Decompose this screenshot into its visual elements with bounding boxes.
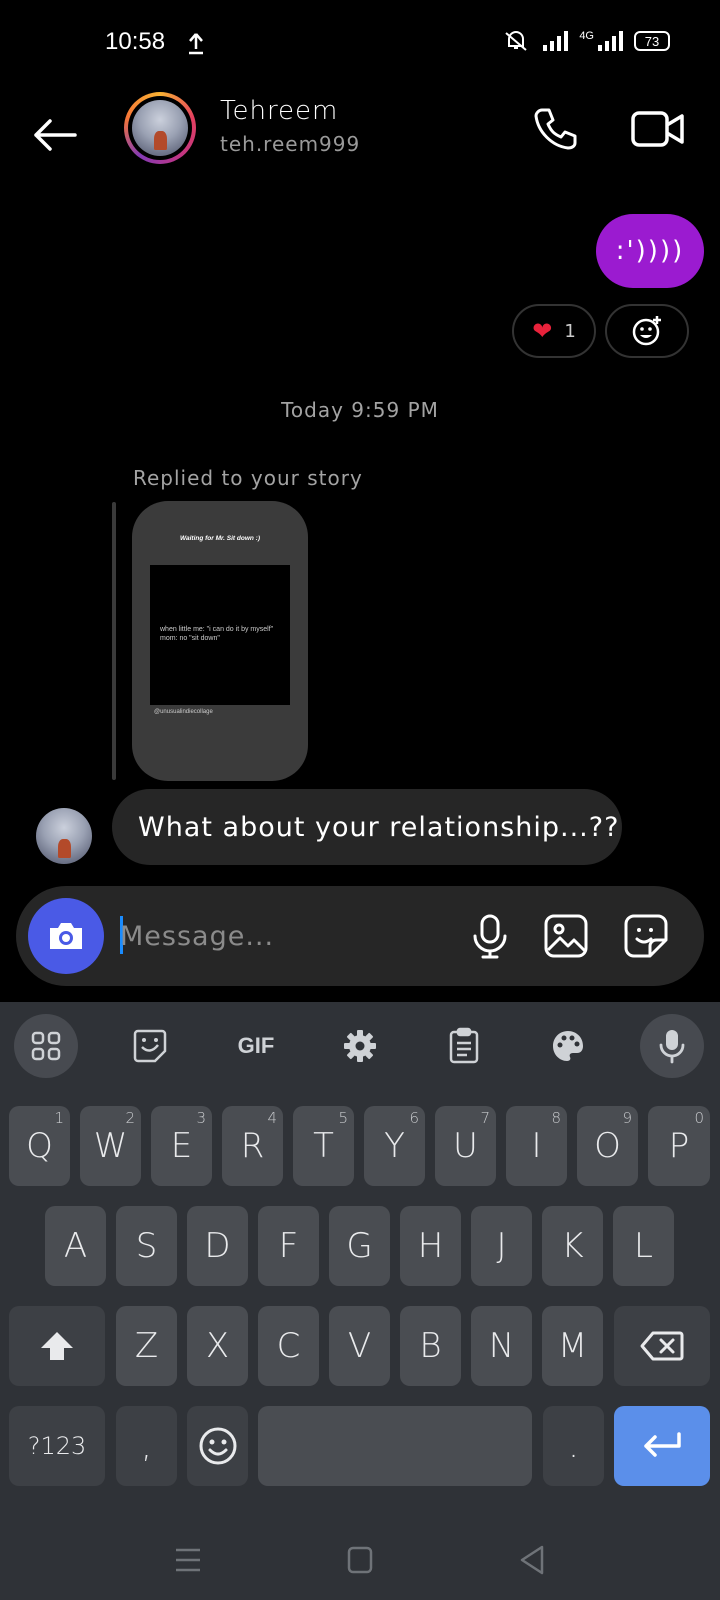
story-preview[interactable]: Waiting for Mr. Sit down :) when little …	[132, 501, 308, 781]
mute-icon	[505, 31, 527, 51]
clipboard-icon[interactable]	[432, 1014, 496, 1078]
received-message-bubble[interactable]: What about your relationship...??	[112, 789, 622, 865]
key-h[interactable]: H	[400, 1206, 461, 1286]
status-time: 10:58	[105, 28, 166, 55]
add-emoji-icon	[632, 316, 661, 346]
backspace-icon	[640, 1331, 684, 1361]
key-p[interactable]: P0	[648, 1106, 710, 1186]
contact-name[interactable]: Tehreem	[220, 96, 338, 126]
message-timestamp: Today 9:59 PM	[281, 398, 439, 422]
enter-icon	[644, 1432, 681, 1457]
key-i[interactable]: I8	[506, 1106, 567, 1186]
key-o[interactable]: O9	[577, 1106, 638, 1186]
key-b[interactable]: B	[400, 1306, 461, 1386]
key-y[interactable]: Y6	[364, 1106, 425, 1186]
apps-grid-icon[interactable]	[14, 1014, 78, 1078]
avatar-image	[132, 100, 188, 156]
key-k[interactable]: K	[542, 1206, 603, 1286]
heart-icon: ❤	[532, 317, 553, 345]
gallery-icon[interactable]	[540, 910, 592, 962]
status-icons: 4G 73	[501, 30, 670, 52]
recent-apps-icon[interactable]	[168, 1542, 208, 1578]
key-r[interactable]: R4	[222, 1106, 283, 1186]
chat-header: Tehreem teh.reem999	[0, 88, 720, 188]
sent-message-text: :'))))	[615, 236, 685, 266]
key-t[interactable]: T5	[293, 1106, 354, 1186]
phone-icon[interactable]	[530, 104, 580, 154]
signal-icon-2	[598, 31, 623, 51]
key-e[interactable]: E3	[151, 1106, 212, 1186]
camera-button[interactable]	[28, 898, 104, 974]
reply-label: Replied to your story	[133, 466, 363, 490]
message-composer	[16, 886, 704, 986]
back-arrow-icon[interactable]	[30, 110, 80, 160]
key-z[interactable]: Z	[116, 1306, 177, 1386]
received-message-text: What about your relationship...??	[138, 811, 620, 843]
emoji-sticker-icon[interactable]	[118, 1014, 182, 1078]
video-camera-icon[interactable]	[630, 104, 686, 154]
gif-button[interactable]: GIF	[224, 1014, 288, 1078]
contact-username[interactable]: teh.reem999	[220, 132, 360, 156]
space-bar[interactable]	[258, 1406, 532, 1486]
microphone-icon[interactable]	[464, 910, 516, 962]
period-key[interactable]: .	[543, 1406, 604, 1486]
sent-message-bubble[interactable]: :'))))	[596, 214, 704, 288]
voice-input-icon[interactable]	[640, 1014, 704, 1078]
system-nav-bar	[0, 1520, 720, 1600]
story-handle: @unusualindiecollage	[154, 709, 213, 715]
comma-key[interactable]: ,	[116, 1406, 177, 1486]
network-type-label: 4G	[579, 30, 594, 42]
shift-key[interactable]	[9, 1306, 105, 1386]
reply-indicator-bar	[112, 502, 116, 780]
enter-key[interactable]	[614, 1406, 710, 1486]
shift-icon	[41, 1332, 73, 1360]
key-l[interactable]: L	[613, 1206, 674, 1286]
sticker-icon[interactable]	[620, 910, 672, 962]
key-c[interactable]: C	[258, 1306, 319, 1386]
reaction-count: 1	[564, 320, 576, 342]
add-reaction-button[interactable]	[605, 304, 689, 358]
gif-label: GIF	[237, 1033, 275, 1058]
key-f[interactable]: F	[258, 1206, 319, 1286]
key-v[interactable]: V	[329, 1306, 390, 1386]
battery-icon: 73	[634, 31, 670, 51]
key-x[interactable]: X	[187, 1306, 248, 1386]
theme-palette-icon[interactable]	[536, 1014, 600, 1078]
sender-avatar[interactable]	[36, 808, 92, 864]
key-j[interactable]: J	[471, 1206, 532, 1286]
key-g[interactable]: G	[329, 1206, 390, 1286]
heart-reaction[interactable]: ❤ 1	[512, 304, 596, 358]
keyboard-toolbar: GIF	[0, 1002, 720, 1086]
message-input[interactable]	[120, 914, 440, 958]
back-nav-icon[interactable]	[512, 1542, 552, 1578]
key-m[interactable]: M	[542, 1306, 603, 1386]
backspace-key[interactable]	[614, 1306, 710, 1386]
upload-icon	[189, 33, 203, 55]
emoji-icon	[199, 1427, 236, 1465]
story-image: when little me: "i can do it by myself" …	[150, 565, 290, 705]
story-title: Waiting for Mr. Sit down :)	[179, 535, 261, 542]
home-icon[interactable]	[340, 1542, 380, 1578]
key-d[interactable]: D	[187, 1206, 248, 1286]
key-a[interactable]: A	[45, 1206, 106, 1286]
keyboard: GIF Q1 W2 E3 R 4 T 5 Y 6 U 7 I 8 O 9 P 0…	[0, 1002, 720, 1600]
key-w[interactable]: W2	[80, 1106, 141, 1186]
battery-level: 73	[644, 33, 660, 49]
key-u[interactable]: U7	[435, 1106, 496, 1186]
signal-icon	[543, 31, 569, 51]
camera-icon	[50, 923, 82, 949]
status-bar: 10:58 4G 73	[0, 0, 720, 90]
key-s[interactable]: S	[116, 1206, 177, 1286]
story-caption: when little me: "i can do it by myself" …	[160, 626, 274, 642]
key-q[interactable]: Q1	[9, 1106, 70, 1186]
settings-gear-icon[interactable]	[328, 1014, 392, 1078]
contact-avatar[interactable]	[124, 92, 196, 164]
emoji-key[interactable]	[187, 1406, 248, 1486]
key-n[interactable]: N	[471, 1306, 532, 1386]
symbols-key[interactable]: ?123	[9, 1406, 105, 1486]
